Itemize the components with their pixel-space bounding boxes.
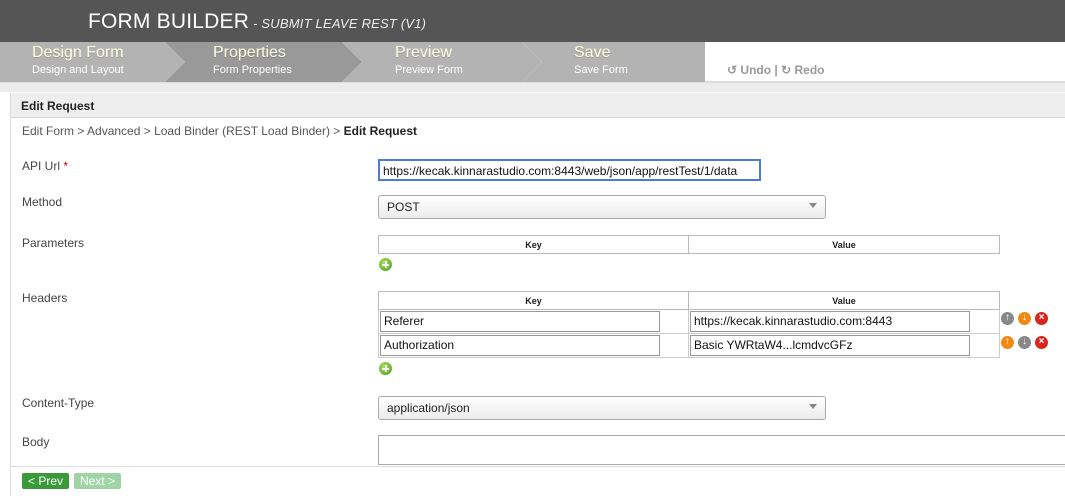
delete-row-icon[interactable]: × [1035, 312, 1048, 325]
panel-header: Edit Request [11, 93, 1065, 118]
wizard-footer: < Prev Next > [11, 466, 1065, 496]
form-name-subtitle: - SUBMIT LEAVE REST (V1) [253, 16, 427, 31]
step-subtitle: Design and Layout [32, 64, 124, 76]
table-row: Authorization Basic YWRtaW4...lcmdvcGFz [378, 333, 1000, 358]
step-subtitle: Preview Form [395, 64, 463, 76]
method-label: Method [22, 195, 63, 209]
add-parameter-icon[interactable] [379, 258, 392, 271]
breadcrumb-current: Edit Request [343, 124, 417, 138]
app-header: FORM BUILDER - SUBMIT LEAVE REST (V1) [0, 0, 1065, 42]
add-header-icon[interactable] [379, 362, 392, 375]
header-value-input[interactable]: https://kecak.kinnarastudio.com:8443 [690, 311, 970, 332]
row-actions: ↑ ↓ × [1001, 312, 1052, 326]
api-url-label: API Url * [22, 159, 69, 173]
column-header-value: Value [688, 235, 1000, 254]
content-type-select[interactable]: application/json [378, 396, 826, 420]
content-type-value: application/json [387, 401, 470, 415]
body-label: Body [22, 435, 50, 449]
table-row: Referer https://kecak.kinnarastudio.com:… [378, 309, 1000, 334]
history-separator: | [774, 63, 778, 77]
column-header-value: Value [688, 291, 1000, 310]
chevron-down-icon [809, 203, 817, 208]
delete-row-icon[interactable]: × [1035, 336, 1048, 349]
step-title: Properties [213, 44, 286, 61]
header-key-input[interactable]: Referer [380, 311, 660, 332]
step-save[interactable]: Save Save Form [522, 42, 705, 82]
header-key-input[interactable]: Authorization [380, 335, 660, 356]
breadcrumb: Edit Form > Advanced > Load Binder (REST… [22, 124, 417, 138]
history-bar: ↺ Undo | ↻ Redo [705, 42, 1065, 82]
step-preview[interactable]: Preview Preview Form [342, 42, 522, 82]
required-mark: * [63, 159, 69, 173]
row-actions: ↑ ↓ × [1001, 336, 1052, 350]
method-select[interactable]: POST [378, 195, 826, 219]
headers-table: Key Value Referer https://kecak.kinnaras… [378, 291, 1000, 358]
api-url-input[interactable]: https://kecak.kinnarastudio.com:8443/web… [378, 159, 761, 181]
next-button[interactable]: Next > [74, 473, 122, 489]
column-header-key: Key [378, 291, 689, 310]
page-title: FORM BUILDER - SUBMIT LEAVE REST (V1) [88, 10, 427, 33]
undo-icon[interactable]: ↺ [727, 63, 737, 77]
step-title: Save [574, 44, 611, 61]
move-down-icon[interactable]: ↓ [1018, 312, 1031, 325]
body-textarea[interactable] [378, 435, 1065, 465]
parameters-table: Key Value [378, 235, 1000, 254]
redo-button[interactable]: Redo [795, 63, 825, 77]
redo-icon[interactable]: ↻ [781, 63, 791, 77]
step-subtitle: Form Properties [213, 64, 292, 76]
edit-request-panel: Edit Request Edit Form > Advanced > Load… [10, 93, 1065, 496]
move-up-icon[interactable]: ↑ [1001, 312, 1014, 325]
step-title: Design Form [32, 44, 124, 61]
undo-button[interactable]: Undo [740, 63, 771, 77]
wizard-steps: Design Form Design and Layout Properties… [0, 42, 705, 82]
panel-heading: Edit Request [21, 99, 95, 113]
step-subtitle: Save Form [574, 64, 628, 76]
move-down-icon[interactable]: ↓ [1018, 336, 1031, 349]
column-header-key: Key [378, 235, 689, 254]
undo-redo: ↺ Undo | ↻ Redo [727, 63, 825, 77]
method-value: POST [387, 200, 420, 214]
step-title: Preview [395, 44, 452, 61]
chevron-down-icon [809, 404, 817, 409]
parameters-label: Parameters [22, 236, 85, 250]
content-type-label: Content-Type [22, 396, 95, 410]
prev-button[interactable]: < Prev [22, 473, 70, 489]
toolbar-divider [0, 82, 1065, 92]
step-design-form[interactable]: Design Form Design and Layout [0, 42, 165, 82]
breadcrumb-path: Edit Form > Advanced > Load Binder (REST… [22, 124, 344, 138]
move-up-icon[interactable]: ↑ [1001, 336, 1014, 349]
headers-label: Headers [22, 291, 68, 305]
step-properties[interactable]: Properties Form Properties [165, 42, 342, 82]
header-value-input[interactable]: Basic YWRtaW4...lcmdvcGFz [690, 335, 970, 356]
